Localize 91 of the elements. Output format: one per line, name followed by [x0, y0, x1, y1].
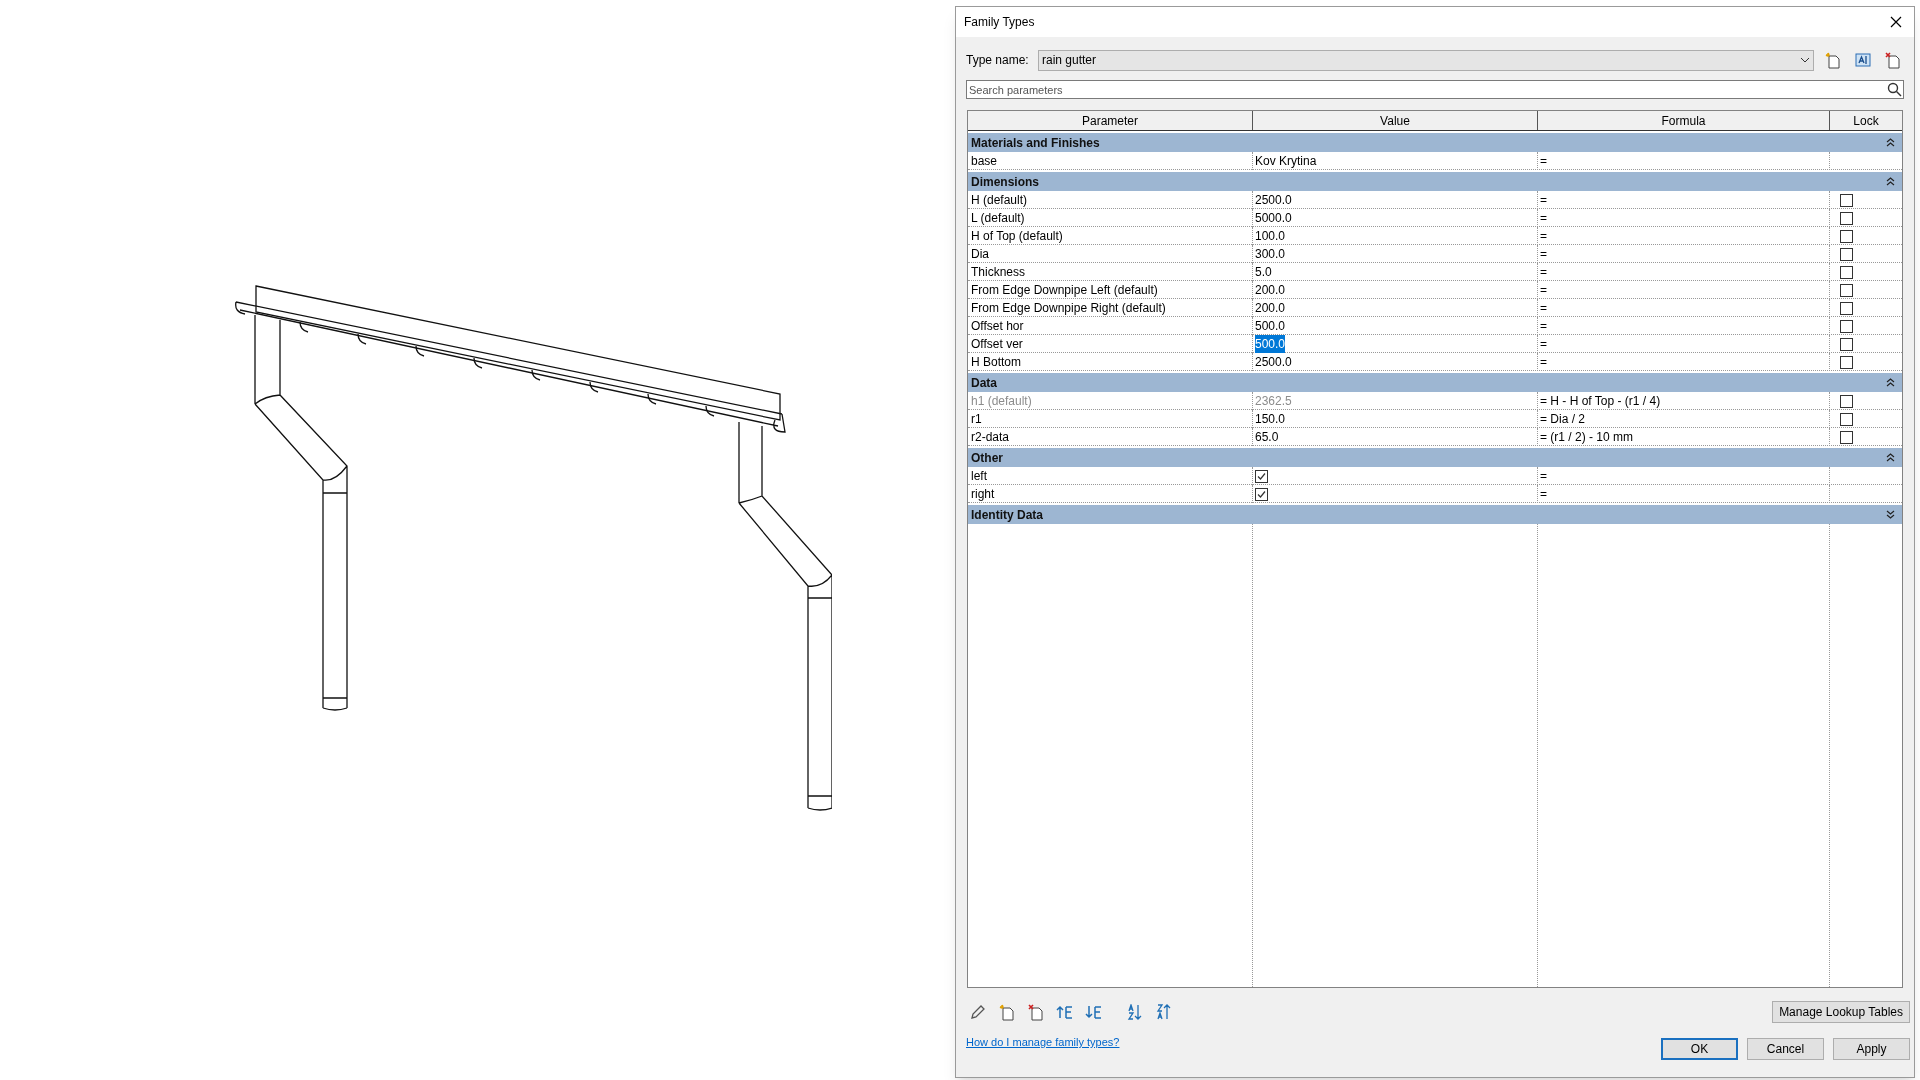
section-header[interactable]: Dimensions [968, 172, 1902, 191]
value-cell[interactable]: 2500.0 [1255, 191, 1292, 209]
parameter-cell: From Edge Downpipe Right (default) [968, 299, 1253, 317]
formula-cell[interactable]: = [1538, 263, 1830, 281]
checkbox[interactable] [1840, 247, 1853, 261]
formula-cell[interactable]: = [1538, 353, 1830, 371]
checkbox[interactable] [1840, 355, 1853, 369]
value-cell[interactable]: 150.0 [1255, 410, 1286, 428]
expand-icon[interactable] [1886, 510, 1895, 519]
type-name-label: Type name: [966, 52, 1030, 69]
checkbox[interactable] [1255, 469, 1268, 483]
section-title: Dimensions [971, 173, 1039, 191]
manage-lookup-tables-button[interactable]: Manage Lookup Tables [1772, 1001, 1910, 1023]
parameter-cell: r1 [968, 410, 1253, 428]
column-header[interactable]: Lock [1830, 111, 1902, 130]
parameter-cell: right [968, 485, 1253, 503]
checkbox[interactable] [1840, 229, 1853, 243]
parameter-cell: base [968, 152, 1253, 170]
section-title: Other [971, 449, 1003, 467]
help-link[interactable]: How do I manage family types? [966, 1034, 1120, 1051]
checkbox[interactable] [1840, 430, 1853, 444]
value-cell[interactable]: 200.0 [1255, 299, 1286, 317]
value-cell[interactable]: 200.0 [1255, 281, 1286, 299]
section-header[interactable]: Identity Data [968, 505, 1902, 524]
cancel-button[interactable]: Cancel [1747, 1038, 1824, 1060]
formula-cell[interactable]: = [1538, 317, 1830, 335]
checkbox[interactable] [1840, 301, 1853, 315]
column-header[interactable]: Parameter [968, 111, 1253, 130]
caret-icon[interactable] [1800, 57, 1810, 63]
section-header[interactable]: Data [968, 373, 1902, 392]
section-title: Data [971, 374, 997, 392]
collapse-icon[interactable] [1886, 177, 1895, 186]
parameter-cell: h1 (default) [968, 392, 1253, 410]
parameter-cell: H (default) [968, 191, 1253, 209]
delete-parameter-icon[interactable] [1026, 1002, 1046, 1022]
formula-cell[interactable]: = Dia / 2 [1538, 410, 1830, 428]
type-name-dropdown[interactable]: rain gutter [1038, 49, 1814, 71]
formula-cell[interactable]: = [1538, 209, 1830, 227]
checkbox[interactable] [1840, 337, 1853, 351]
section-header[interactable]: Materials and Finishes [968, 133, 1902, 152]
checkbox[interactable] [1840, 211, 1853, 225]
collapse-icon[interactable] [1886, 138, 1895, 147]
parameter-cell: From Edge Downpipe Left (default) [968, 281, 1253, 299]
formula-cell[interactable]: = [1538, 467, 1830, 485]
value-cell[interactable]: 5.0 [1255, 263, 1272, 281]
section-header[interactable]: Other [968, 448, 1902, 467]
column-header[interactable]: Formula [1538, 111, 1830, 130]
rename-type-icon[interactable] [1852, 50, 1874, 70]
parameter-cell: left [968, 467, 1253, 485]
formula-cell[interactable]: = [1538, 281, 1830, 299]
parameter-cell: Thickness [968, 263, 1253, 281]
formula-cell[interactable]: = [1538, 227, 1830, 245]
formula-cell[interactable]: = [1538, 191, 1830, 209]
value-cell[interactable]: 5000.0 [1255, 209, 1292, 227]
value-cell[interactable]: 100.0 [1255, 227, 1286, 245]
formula-cell[interactable]: = (r1 / 2) - 10 mm [1538, 428, 1830, 446]
value-cell[interactable]: 500.0 [1255, 335, 1286, 353]
formula-cell[interactable]: = [1538, 152, 1830, 170]
formula-cell[interactable]: = [1538, 485, 1830, 503]
value-cell[interactable]: 65.0 [1255, 428, 1279, 446]
parameter-cell: H Bottom [968, 353, 1253, 371]
parameter-cell: Offset hor [968, 317, 1253, 335]
parameter-cell: Dia [968, 245, 1253, 263]
checkbox[interactable] [1840, 193, 1853, 207]
value-cell[interactable]: 300.0 [1255, 245, 1286, 263]
checkbox[interactable] [1840, 412, 1853, 426]
value-cell[interactable]: Kov Krytina [1255, 152, 1317, 170]
parameter-cell: L (default) [968, 209, 1253, 227]
value-cell[interactable]: 2500.0 [1255, 353, 1292, 371]
section-title: Identity Data [971, 506, 1043, 524]
checkbox[interactable] [1840, 265, 1853, 279]
checkbox[interactable] [1255, 487, 1268, 501]
search-field[interactable]: Search parameters [966, 80, 1904, 99]
formula-cell[interactable]: = [1538, 299, 1830, 317]
parameter-cell: Offset ver [968, 335, 1253, 353]
checkbox[interactable] [1840, 283, 1853, 297]
value-cell[interactable]: 500.0 [1255, 317, 1286, 335]
collapse-icon[interactable] [1886, 453, 1895, 462]
apply-button[interactable]: Apply [1833, 1038, 1910, 1060]
formula-cell[interactable]: = [1538, 245, 1830, 263]
new-parameter-icon[interactable] [997, 1002, 1017, 1022]
parameter-cell: H of Top (default) [968, 227, 1253, 245]
window-title: Family Types [964, 14, 1035, 31]
formula-cell[interactable]: = [1538, 335, 1830, 353]
parameter-cell: r2-data [968, 428, 1253, 446]
checkbox[interactable] [1840, 319, 1853, 333]
column-header[interactable]: Value [1253, 111, 1538, 130]
ok-button[interactable]: OK [1661, 1038, 1738, 1060]
section-title: Materials and Finishes [971, 134, 1100, 152]
collapse-icon[interactable] [1886, 378, 1895, 387]
search-icon[interactable] [1887, 82, 1902, 97]
